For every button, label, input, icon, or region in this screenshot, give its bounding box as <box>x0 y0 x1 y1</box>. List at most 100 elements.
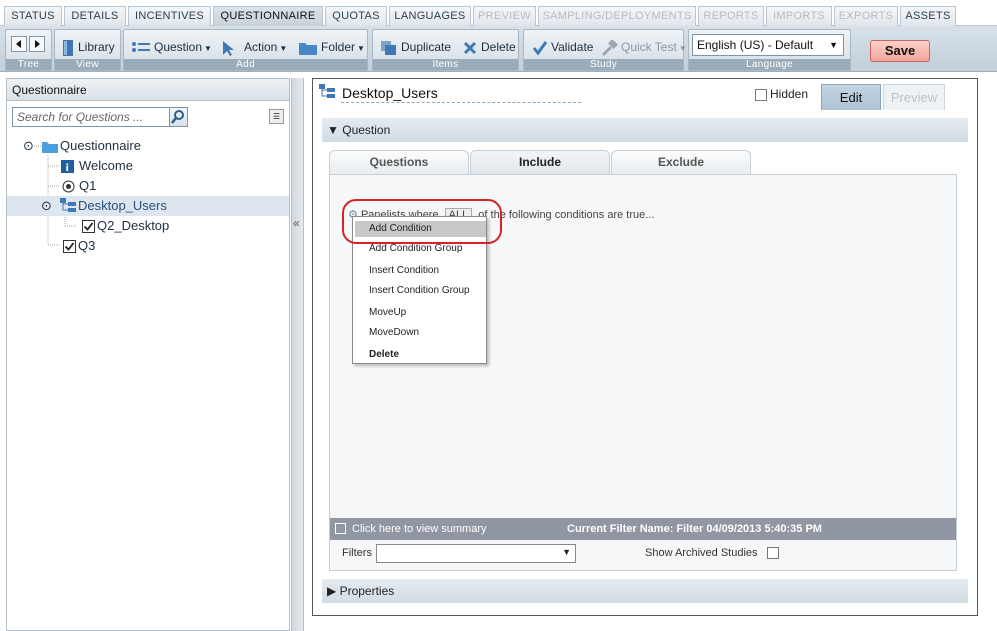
question-label: Question <box>154 40 203 54</box>
menu-item-move-up[interactable]: MoveUp <box>369 307 406 318</box>
title-underline <box>341 102 581 103</box>
validate-label: Validate <box>551 40 594 54</box>
tab-exclude[interactable]: Exclude <box>611 150 751 174</box>
section-label: Properties <box>339 584 395 598</box>
tree-forward-button[interactable] <box>29 36 45 52</box>
library-label: Library <box>78 40 115 54</box>
duplicate-button[interactable]: Duplicate <box>380 36 451 58</box>
chevron-down-icon: ▼ <box>204 44 212 53</box>
toolbar-group-label: View <box>55 59 120 70</box>
tab-questions[interactable]: Questions <box>329 150 469 174</box>
tree-back-button[interactable] <box>11 36 27 52</box>
menu-item-insert-condition-group[interactable]: Insert Condition Group <box>369 285 470 296</box>
tree-item-label: Welcome <box>79 158 133 173</box>
tree-item-desktop-users[interactable]: ⊙ Desktop_Users <box>7 196 289 216</box>
folder-label: Folder <box>321 40 356 54</box>
tab-edit[interactable]: Edit <box>821 84 881 110</box>
tab-languages[interactable]: LANGUAGES <box>389 6 471 26</box>
chevron-down-icon: ▼ <box>678 44 687 53</box>
question-section-header[interactable]: ▼ Question <box>322 118 968 142</box>
save-button[interactable]: Save <box>870 40 930 62</box>
tree-item-questionnaire[interactable]: ⊙ Questionnaire <box>7 136 289 156</box>
tree-item-q3[interactable]: Q3 <box>7 236 289 256</box>
checkbox-box[interactable] <box>755 88 767 101</box>
tab-assets[interactable]: ASSETS <box>900 6 956 26</box>
summary-icon <box>335 523 346 534</box>
app-window: STATUS DETAILS INCENTIVES QUESTIONNAIRE … <box>0 0 997 631</box>
language-select[interactable]: English (US) - Default ▼ <box>692 34 844 56</box>
main-tab-bar: STATUS DETAILS INCENTIVES QUESTIONNAIRE … <box>0 0 997 26</box>
tab-reports: REPORTS <box>698 6 764 26</box>
section-label: Question <box>342 123 391 137</box>
quick-test-button[interactable]: Quick Test ▼ <box>600 36 687 58</box>
show-archived-label: Show Archived Studies <box>645 547 758 559</box>
tab-sampling-deployments: SAMPLING/DEPLOYMENTS <box>538 6 696 26</box>
chevron-down-icon: ▼ <box>357 44 365 53</box>
show-archived-control: Show Archived Studies <box>645 547 782 560</box>
hidden-checkbox[interactable]: Hidden <box>755 87 808 101</box>
library-button[interactable]: Library <box>61 36 115 58</box>
arrow-left-icon <box>16 40 21 48</box>
tree-options-menu-icon[interactable]: ☰ <box>269 109 284 124</box>
tree-item-q2-desktop[interactable]: Q2_Desktop <box>7 216 289 236</box>
validate-button[interactable]: Validate <box>532 36 593 58</box>
filters-select[interactable]: ▼ <box>376 544 576 563</box>
current-filter-label: Current Filter Name: Filter 04/09/2013 5… <box>567 523 822 535</box>
action-arrow-icon <box>223 40 234 56</box>
highlight-annotation <box>342 199 502 244</box>
add-folder-button[interactable]: Folder ▼ <box>298 36 365 58</box>
menu-item-add-condition-group[interactable]: Add Condition Group <box>369 243 462 254</box>
collapse-left-icon[interactable]: « <box>293 216 300 230</box>
show-archived-checkbox[interactable] <box>766 547 779 560</box>
menu-item-move-down[interactable]: MoveDown <box>369 327 419 338</box>
menu-item-insert-condition[interactable]: Insert Condition <box>369 265 439 276</box>
menu-item-delete[interactable]: Delete <box>369 349 399 360</box>
quick-test-label: Quick Test <box>621 40 677 54</box>
tab-incentives[interactable]: INCENTIVES <box>128 6 211 26</box>
tab-questionnaire[interactable]: QUESTIONNAIRE <box>213 6 323 26</box>
filters-label: Filters <box>342 547 372 559</box>
tab-preview: PREVIEW <box>473 6 536 26</box>
add-action-button[interactable]: Action ▼ <box>221 36 287 58</box>
search-button[interactable] <box>169 107 188 127</box>
tree-item-welcome[interactable]: i Welcome <box>7 156 289 176</box>
tree-item-label: Q2_Desktop <box>97 218 170 233</box>
tab-status[interactable]: STATUS <box>4 6 62 26</box>
delete-button[interactable]: Delete <box>462 36 516 58</box>
tab-details[interactable]: DETAILS <box>64 6 126 26</box>
page-title: Desktop_Users <box>342 85 438 101</box>
svg-text:i: i <box>66 163 69 173</box>
tab-quotas[interactable]: QUOTAS <box>325 6 387 26</box>
duplicate-icon <box>381 40 396 55</box>
toolbar-group-label: Tree <box>6 59 51 70</box>
add-question-button[interactable]: Question ▼ <box>131 36 212 58</box>
hammer-icon <box>602 39 618 56</box>
toolbar: Tree Library View Question ▼ Action ▼ Fold… <box>0 26 997 72</box>
question-group-icon <box>319 84 335 98</box>
collapse-icon[interactable]: ⊙ <box>23 136 34 156</box>
toolbar-group-label: Study <box>524 59 683 70</box>
properties-section-header[interactable]: ▶ Properties <box>322 579 968 603</box>
tree-item-label: Desktop_Users <box>78 198 167 213</box>
tree-item-q1[interactable]: Q1 <box>7 176 289 196</box>
collapse-icon[interactable]: ⊙ <box>41 196 52 216</box>
search-icon <box>171 110 184 124</box>
tree-item-label: Q3 <box>78 238 96 253</box>
panel-splitter[interactable]: « <box>291 78 304 631</box>
toolbar-group-label: Language <box>689 59 850 70</box>
toolbar-group-tree: Tree <box>5 29 52 71</box>
tab-include[interactable]: Include <box>470 150 610 174</box>
chevron-down-icon: ▼ <box>562 547 571 557</box>
tree-item-label: Q1 <box>79 178 97 193</box>
condition-suffix: of the following conditions are true... <box>478 209 655 221</box>
toolbar-group-study: Validate Quick Test ▼ Study <box>523 29 687 71</box>
triangle-right-icon: ▶ <box>327 584 337 598</box>
toolbar-group-label: Items <box>373 59 518 70</box>
chevron-down-icon: ▼ <box>279 44 288 53</box>
checkbox-question-icon <box>63 239 76 259</box>
delete-x-icon <box>463 41 477 54</box>
view-summary-link[interactable]: Click here to view summary <box>352 518 486 540</box>
tree-item-label: Questionnaire <box>60 138 141 153</box>
hidden-label: Hidden <box>770 87 809 101</box>
toolbar-group-items: Duplicate Delete Items <box>372 29 519 71</box>
